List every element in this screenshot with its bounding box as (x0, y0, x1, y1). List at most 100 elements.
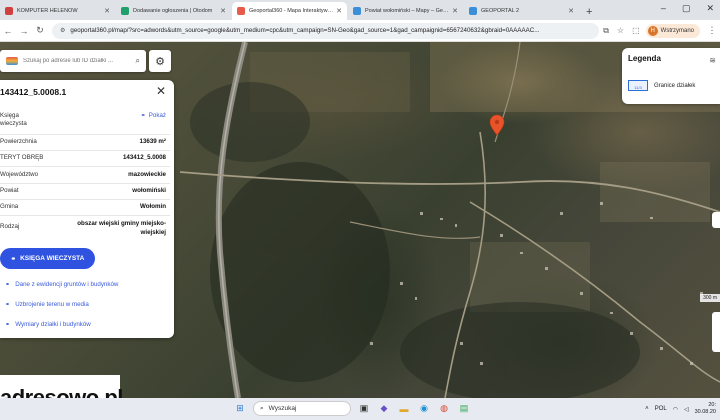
address-bar-actions: ⧉ ☆ ⬚ (603, 26, 639, 36)
tab-title: Dodawanie ogłoszenia | Otodom (133, 8, 213, 14)
reload-icon[interactable]: ↻ (32, 25, 48, 36)
link-icon: ⚭ (5, 281, 11, 288)
tab-close-icon[interactable]: ✕ (452, 7, 458, 15)
volume-icon[interactable]: ◁ (684, 406, 689, 413)
row-commune: Gmina Wołomin (0, 203, 166, 210)
tab-title: KOMPUTER HELENÓW (17, 8, 78, 14)
tabs: KOMPUTER HELENÓW ✕ Dodawanie ogłoszenia | … (0, 2, 580, 20)
row-type: Rodzaj obszar wiejski gminy miejsko-wiej… (0, 219, 166, 237)
tab-close-icon[interactable]: ✕ (568, 7, 574, 15)
language-indicator[interactable]: POL (655, 406, 667, 412)
geoportal-logo-icon (6, 57, 18, 65)
divider (0, 215, 170, 216)
browser-tab[interactable]: Powiat wołomiński – Mapy – Geoportal✕ (348, 2, 463, 20)
task-view-icon[interactable]: ▣ (357, 402, 371, 416)
app-icon[interactable]: ▤ (457, 402, 471, 416)
dimensions-link[interactable]: ⚭ Wymiary działki i budynków (5, 321, 91, 328)
row-value: mazowieckie (128, 171, 166, 178)
taskbar-apps: ⊞ ⌕ Wyszukaj ▣ ◆ ▬ ◉ ◍ ▤ (233, 401, 471, 416)
tab-favicon-icon (121, 7, 129, 15)
parcel-info-panel: 143412_5.0008.1 ✕ Księga wieczysta ⚭ Poka… (0, 80, 174, 338)
new-tab-button[interactable]: + (586, 6, 592, 18)
search-icon[interactable]: ⌕ (136, 56, 140, 66)
menu-icon[interactable]: ⋮ (704, 25, 720, 36)
link-icon: ⚭ (10, 255, 17, 263)
wifi-icon[interactable]: ◠ (673, 406, 678, 413)
parcel-id-title: 143412_5.0008.1 (0, 87, 67, 97)
back-icon[interactable]: ← (0, 26, 16, 36)
row-label: Powierzchnia (0, 138, 37, 145)
url-text: geoportal360.pl/map/?src=adwords&utm_sou… (70, 27, 540, 34)
bookmark-star-icon[interactable]: ☆ (617, 26, 624, 36)
search-input[interactable] (23, 58, 136, 64)
taskbar-search[interactable]: ⌕ Wyszukaj (253, 401, 351, 416)
close-window-button[interactable]: ✕ (706, 3, 714, 14)
zoom-controls[interactable] (712, 312, 720, 352)
divider (0, 134, 170, 135)
close-icon[interactable]: ✕ (156, 84, 166, 98)
divider (0, 150, 170, 151)
windows-start-icon[interactable]: ⊞ (233, 402, 247, 416)
row-value: 13639 m² (139, 138, 167, 145)
maximize-button[interactable]: ▢ (682, 3, 691, 14)
divider (0, 183, 170, 184)
divider (0, 199, 170, 200)
layers-icon[interactable]: ≋ (709, 56, 716, 65)
land-register-button[interactable]: ⚭ KSIĘGA WIECZYSTA (0, 248, 95, 269)
row-value: obszar wiejski gminy miejsko-wiejskiej (77, 220, 166, 236)
tab-close-icon[interactable]: ✕ (336, 7, 342, 15)
legend-item-label: Granice działek (654, 82, 696, 89)
taskbar-search-label: Wyszukaj (268, 405, 297, 412)
link-icon: ⚭ (5, 301, 11, 308)
row-label: Powiat (0, 187, 19, 194)
chevron-up-icon[interactable]: ˄ (645, 406, 649, 412)
row-teryt: TERYT OBRĘB 143412_5.0008 (0, 154, 166, 161)
navigation-bar: ← → ↻ ⚙ geoportal360.pl/map/?src=adwords… (0, 20, 720, 42)
divider (0, 166, 170, 167)
extensions-icon[interactable]: ⬚ (632, 26, 640, 36)
profile-button[interactable]: H Wstrzymano (645, 23, 700, 38)
gear-icon[interactable]: ⚙ (149, 50, 171, 72)
row-county: Powiat wołomiński (0, 187, 166, 194)
chrome-icon[interactable]: ◍ (437, 402, 451, 416)
row-value: wołomiński (132, 187, 166, 194)
tab-close-icon[interactable]: ✕ (220, 7, 226, 15)
row-label: Księga wieczysta (0, 112, 27, 127)
teams-icon[interactable]: ◆ (377, 402, 391, 416)
file-explorer-icon[interactable]: ▬ (397, 402, 411, 416)
tab-favicon-icon (237, 7, 245, 15)
clock-date: 30.08.20 (694, 409, 716, 415)
site-info-icon[interactable]: ⚙ (60, 27, 65, 34)
clock[interactable]: 20: 30.08.20 (695, 402, 716, 416)
tab-close-icon[interactable]: ✕ (104, 7, 110, 15)
tab-favicon-icon (353, 7, 361, 15)
map-view[interactable]: ⌕ ⚙ 143412_5.0008.1 ✕ Księga wieczysta ⚭… (0, 42, 720, 398)
tab-title: GEOPORTAL 2 (481, 8, 520, 14)
minimize-button[interactable]: – (661, 3, 666, 14)
row-value: 143412_5.0008 (122, 154, 166, 161)
forward-icon[interactable]: → (16, 26, 32, 36)
profile-status: Wstrzymano (660, 27, 694, 34)
link-icon: ⚭ (140, 112, 146, 119)
row-ksiega: Księga wieczysta ⚭ Pokaż (0, 112, 166, 128)
location-marker-icon[interactable] (489, 114, 505, 136)
map-search: ⌕ (0, 50, 146, 72)
show-land-register-link[interactable]: ⚭ Pokaż (141, 112, 166, 119)
utilities-link[interactable]: ⚭ Uzbrojenie terenu w media (5, 301, 89, 308)
tab-title: Geoportal360 - Mapa Interaktywna (249, 8, 334, 14)
adresowo-logo: adresowo.pl (0, 375, 123, 398)
parcel-boundary-swatch: 11/3 (628, 80, 648, 91)
legend-panel: Legenda ≋ 11/3 Granice działek (622, 48, 720, 104)
map-tool-button[interactable] (712, 212, 720, 228)
browser-tab[interactable]: Geoportal360 - Mapa Interaktywna ✕ (232, 2, 347, 20)
edge-icon[interactable]: ◉ (417, 402, 431, 416)
window-controls: – ▢ ✕ (661, 3, 714, 14)
address-bar[interactable]: ⚙ geoportal360.pl/map/?src=adwords&utm_s… (52, 22, 600, 39)
browser-tab[interactable]: GEOPORTAL 2 ✕ (464, 2, 579, 20)
row-area: Powierzchnia 13639 m² (0, 138, 166, 145)
browser-tab[interactable]: Dodawanie ogłoszenia | Otodom ✕ (116, 2, 231, 20)
install-app-icon[interactable]: ⧉ (603, 26, 609, 36)
cadastre-data-link[interactable]: ⚭ Dane z ewidencji gruntów i budynków (5, 281, 118, 288)
browser-tab[interactable]: KOMPUTER HELENÓW ✕ (0, 2, 115, 20)
row-label: Województwo (0, 171, 39, 178)
